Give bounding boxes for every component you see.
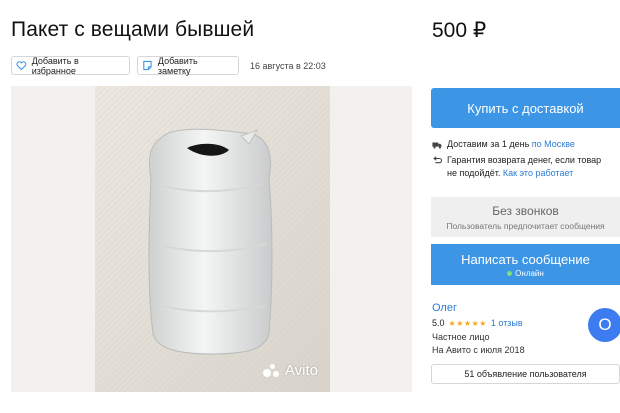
delivery-text: Доставим за 1 день [447,139,530,149]
no-calls-title: Без звонков [492,203,559,218]
bag-photo-image [11,86,412,392]
return-icon [433,156,442,164]
add-to-favorites-button[interactable]: Добавить в избранное [11,55,130,76]
seller-since: На Авито с июля 2018 [432,345,525,355]
seller-name-link[interactable]: Олег [432,302,457,314]
listing-price: 500 ₽ [432,19,487,42]
no-calls-subtitle: Пользователь предпочитает сообщения [446,220,605,231]
heart-icon [16,61,27,71]
online-status: Онлайн [507,269,544,278]
listing-photo[interactable]: Avito [11,86,412,392]
add-note-button[interactable]: Добавить заметку [137,55,239,76]
delivery-info: Доставим за 1 день по Москве [432,138,575,151]
favorites-label: Добавить в избранное [31,55,79,76]
rating-value: 5.0 [432,318,445,328]
online-dot-icon [507,270,513,276]
no-calls-notice: Без звонков Пользователь предпочитает со… [431,197,620,237]
seller-avatar[interactable]: О [588,308,620,342]
listing-title: Пакет с вещами бывшей [11,18,255,41]
avito-watermark: Avito [262,362,318,379]
avito-logo-icon [262,363,281,378]
note-label: Добавить заметку [157,55,198,76]
rating-stars-icon: ★★★★★ [448,318,487,328]
delivery-region-link[interactable]: по Москве [532,139,575,149]
guarantee-info: Гарантия возврата денег, если товар не п… [432,154,607,180]
note-icon [143,60,152,71]
seller-rating: 5.0 ★★★★★ 1 отзыв [432,318,523,328]
seller-type: Частное лицо [432,332,490,342]
publish-date: 16 августа в 22:03 [250,61,326,71]
online-label: Онлайн [515,268,544,278]
truck-icon [432,142,442,149]
write-message-label: Написать сообщение [461,251,590,267]
buy-with-delivery-button[interactable]: Купить с доставкой [431,88,620,128]
watermark-text: Avito [284,362,318,379]
write-message-button[interactable]: Написать сообщение Онлайн [431,244,620,285]
reviews-link[interactable]: 1 отзыв [491,318,523,328]
seller-ads-button[interactable]: 51 объявление пользователя [431,364,620,384]
how-it-works-link[interactable]: Как это работает [503,168,573,178]
